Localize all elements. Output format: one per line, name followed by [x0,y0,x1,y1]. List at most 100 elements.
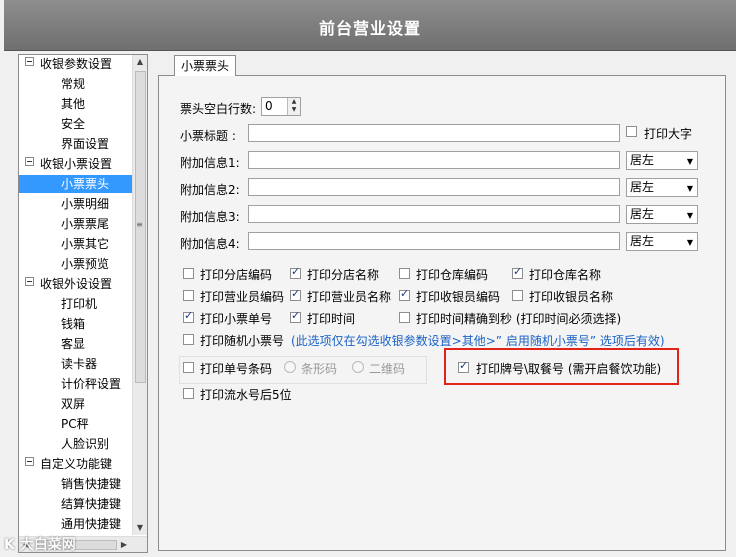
extra-info1-label: 附加信息1: [180,156,240,170]
barcode-type1-radio[interactable] [284,361,296,373]
tree-item-label: 小票票尾 [61,217,110,231]
collapse-toggle-icon[interactable] [25,57,34,66]
tree-item[interactable]: 常规 [19,75,133,93]
option-checkbox[interactable] [290,265,301,279]
tree-vertical-scrollbar[interactable]: ▲ ≡ ▼ [132,55,147,535]
tree-item[interactable]: 小票其它 [19,235,133,253]
tree-item[interactable]: 钱箱 [19,315,133,333]
tree-item-label: 双屏 [61,397,86,411]
blank-lines-stepper[interactable]: 0 ▲ ▼ [261,97,301,116]
barcode-type2-radio[interactable] [352,361,364,373]
tree-item-label: 小票票头 [61,177,110,191]
random-ticket-note: (此选项仅在勾选收银参数设置>其他>” 启用随机小票号” 选项后有效) [291,334,665,348]
scroll-right-icon[interactable]: ▶ [117,537,131,552]
tree-item[interactable]: 人脸识别 [19,435,133,453]
option-label: 打印收银员编码 [416,290,501,304]
option-label: 打印仓库编码 [416,268,489,282]
barcode-checkbox[interactable] [183,362,194,373]
chevron-down-icon: ▼ [686,184,693,193]
option-checkbox[interactable] [399,287,410,301]
extra-info3-align-select[interactable]: 居左 ▼ [626,205,698,224]
tree-item[interactable]: 安全 [19,115,133,133]
extra-info4-align-select[interactable]: 居左 ▼ [626,232,698,251]
tree-item-label: 小票其它 [61,237,110,251]
tree-item-label: 小票预览 [61,257,110,271]
option-checkbox[interactable] [183,290,194,301]
collapse-toggle-icon[interactable] [25,277,34,286]
tree-item[interactable]: 小票明细 [19,195,133,213]
chevron-down-icon: ▼ [686,157,693,166]
barcode-type1-label: 条形码 [301,362,338,376]
tree-item[interactable]: 客显 [19,335,133,353]
tree-item[interactable]: 结算快捷键 [19,495,133,513]
tree-item-label: 销售快捷键 [61,477,122,491]
tree-item[interactable]: 读卡器 [19,355,133,373]
spin-down-icon[interactable]: ▼ [288,106,300,114]
chevron-down-icon: ▼ [686,211,693,220]
option-label: 打印时间 [307,312,356,326]
option-checkbox[interactable] [512,290,523,301]
tree-item[interactable]: 小票票头 [19,175,133,193]
extra-info4-label: 附加信息4: [180,237,240,251]
tree-item[interactable]: 小票预览 [19,255,133,273]
tree-item-label: 客显 [61,337,86,351]
tree-item-label: 读卡器 [61,357,98,371]
option-label: 打印分店编码 [200,268,273,282]
ticket-title-input[interactable] [248,124,620,142]
tree-group[interactable]: 收银小票设置 [25,155,112,173]
blank-lines-label: 票头空白行数: [180,102,257,116]
option-checkbox[interactable] [399,312,410,323]
tree-group[interactable]: 收银参数设置 [25,55,112,73]
tree-item[interactable]: 小票票尾 [19,215,133,233]
extra-info1-input[interactable] [248,151,620,169]
tab-ticket-header[interactable]: 小票票头 [174,55,236,76]
tree-item[interactable]: PC秤 [19,415,133,433]
serial-last5-checkbox[interactable] [183,388,194,399]
tree-item-label: 安全 [61,117,86,131]
tree-item[interactable]: 其他 [19,95,133,113]
option-label: 打印仓库名称 [529,268,602,282]
random-ticket-label: 打印随机小票号 [200,334,285,348]
tree-item-label: 打印机 [61,297,98,311]
collapse-toggle-icon[interactable] [25,157,34,166]
tree-group[interactable]: 自定义功能键 [25,455,112,473]
tree-item-label: 小票明细 [61,197,110,211]
scroll-down-icon[interactable]: ▼ [133,521,147,535]
option-label: 打印营业员编码 [200,290,285,304]
option-checkbox[interactable] [290,287,301,301]
tree-group[interactable]: 收银外设设置 [25,275,112,293]
option-label: 打印小票单号 [200,312,273,326]
tree-item[interactable]: 界面设置 [19,135,133,153]
collapse-toggle-icon[interactable] [25,457,34,466]
tree-item[interactable]: 通用快捷键 [19,515,133,533]
option-checkbox[interactable] [290,309,301,323]
extra-info4-input[interactable] [248,232,620,250]
extra-info2-input[interactable] [248,178,620,196]
serial-last5-label: 打印流水号后5位 [200,388,292,402]
window-titlebar: 前台营业设置 [4,0,736,51]
print-large-checkbox[interactable] [626,126,637,137]
extra-info1-align-select[interactable]: 居左 ▼ [626,151,698,170]
scroll-grip-icon: ≡ [136,220,143,229]
scroll-up-icon[interactable]: ▲ [133,55,147,69]
tree-item[interactable]: 计价秤设置 [19,375,133,393]
tree-item-label: PC秤 [61,417,89,431]
extra-info2-align-select[interactable]: 居左 ▼ [626,178,698,197]
option-label: 打印收银员名称 [529,290,614,304]
option-checkbox[interactable] [512,265,523,279]
option-checkbox[interactable] [183,268,194,279]
barcode-type2-label: 二维码 [369,362,406,376]
ticket-title-label: 小票标题 : [180,129,236,143]
barcode-label: 打印单号条码 [200,362,273,376]
meal-number-checkbox[interactable] [458,359,469,373]
random-ticket-checkbox[interactable] [183,334,194,345]
spin-up-icon[interactable]: ▲ [288,98,300,106]
option-checkbox[interactable] [183,309,194,323]
option-label: 打印时间精确到秒 (打印时间必须选择) [416,312,622,326]
tree-item[interactable]: 双屏 [19,395,133,413]
tree-item[interactable]: 销售快捷键 [19,475,133,493]
tree-item[interactable]: 打印机 [19,295,133,313]
option-checkbox[interactable] [399,268,410,279]
extra-info3-input[interactable] [248,205,620,223]
extra-info3-label: 附加信息3: [180,210,240,224]
